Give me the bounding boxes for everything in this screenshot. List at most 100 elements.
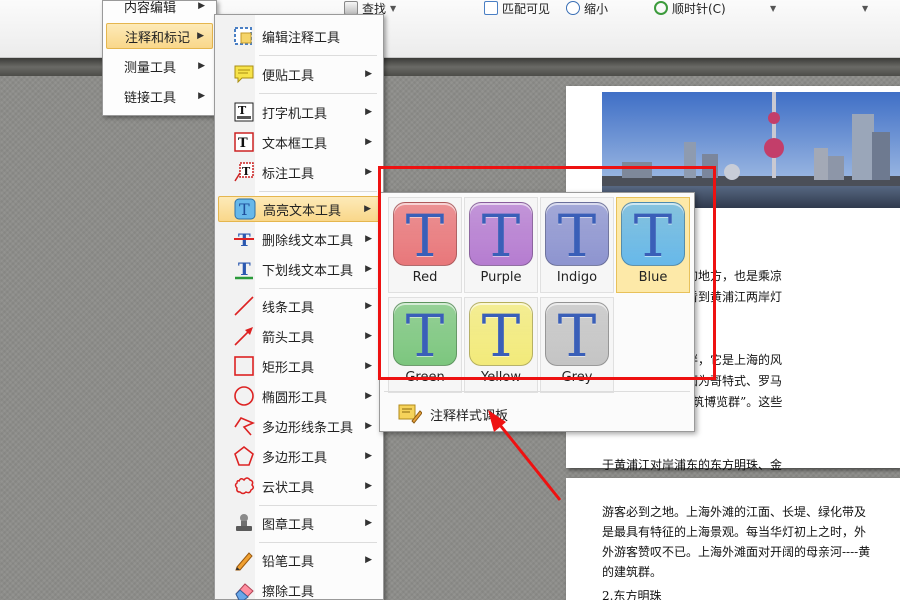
menu-item-label: 箭头工具 bbox=[262, 330, 315, 346]
text-line: 于黄浦江对岸浦东的东方明珠、金 bbox=[602, 458, 783, 472]
chevron-right-icon: ▶ bbox=[365, 518, 372, 528]
menu-item-highlight-text[interactable]: T 高亮文本工具 ▶ bbox=[218, 196, 380, 222]
polygon-icon bbox=[232, 445, 256, 467]
menu-item-link[interactable]: 链接工具 ▶ bbox=[106, 83, 213, 109]
menu-item-label: 矩形工具 bbox=[262, 360, 315, 376]
menu-item-typewriter[interactable]: T 打字机工具 ▶ bbox=[218, 99, 380, 125]
menu-separator bbox=[259, 191, 377, 192]
fit-visible-button[interactable]: 匹配可见 bbox=[484, 0, 550, 16]
chevron-right-icon: ▶ bbox=[365, 451, 372, 461]
text-line: 游客必到之地。上海外滩的江面、长堤、绿化带及 bbox=[602, 505, 867, 519]
line-icon bbox=[232, 295, 256, 317]
menu-item-label: 链接工具 bbox=[124, 90, 177, 106]
page2-text: 游客必到之地。上海外滩的江面、长堤、绿化带及 是最具有特征的上海景观。每当华灯初… bbox=[602, 502, 900, 600]
style-name: Indigo bbox=[556, 270, 598, 285]
chevron-right-icon: ▶ bbox=[365, 361, 372, 371]
zoom-out-icon bbox=[566, 1, 580, 15]
stamp-icon bbox=[232, 512, 256, 534]
menu-item-cloud[interactable]: 云状工具 ▶ bbox=[218, 473, 380, 499]
menu-item-rectangle[interactable]: 矩形工具 ▶ bbox=[218, 353, 380, 379]
menu-item-label: 线条工具 bbox=[262, 300, 315, 316]
pencil-icon bbox=[232, 549, 256, 571]
menu-item-pencil[interactable]: 铅笔工具 ▶ bbox=[218, 547, 380, 573]
chevron-right-icon: ▶ bbox=[198, 61, 205, 71]
style-tile-purple[interactable]: T Purple bbox=[464, 197, 538, 293]
svg-text:T: T bbox=[238, 231, 251, 250]
text-t-icon: T bbox=[405, 302, 445, 370]
rotate-dropdown[interactable]: ▼ bbox=[770, 0, 776, 16]
menu-item-eraser[interactable]: 擦除工具 bbox=[218, 577, 380, 600]
chevron-right-icon: ▶ bbox=[365, 555, 372, 565]
style-swatch-purple: T bbox=[469, 202, 533, 266]
style-name: Yellow bbox=[480, 370, 522, 385]
menu-item-arrow[interactable]: 箭头工具 ▶ bbox=[218, 323, 380, 349]
menu-item-content-edit[interactable]: 内容编辑 ▶ bbox=[106, 0, 213, 19]
chevron-down-icon: ▼ bbox=[862, 3, 869, 13]
rectangle-icon bbox=[232, 355, 256, 377]
zoom-out-button[interactable]: 缩小 bbox=[566, 0, 608, 16]
menu-item-line[interactable]: 线条工具 ▶ bbox=[218, 293, 380, 319]
zoom-out-label: 缩小 bbox=[584, 1, 609, 16]
palette-separator bbox=[384, 391, 690, 392]
rotate-clockwise-icon bbox=[654, 1, 668, 15]
style-name: Grey bbox=[561, 370, 593, 385]
menu-item-sticky-note[interactable]: 便贴工具 ▶ bbox=[218, 61, 380, 87]
chevron-right-icon: ▶ bbox=[365, 301, 372, 311]
style-swatch-blue: T bbox=[621, 202, 685, 266]
arrow-icon bbox=[232, 325, 256, 347]
menu-item-polygon[interactable]: 多边形工具 ▶ bbox=[218, 443, 380, 469]
style-name: Red bbox=[412, 270, 438, 285]
highlight-style-palette: T Red T Purple T Indigo T Blue T Green T… bbox=[379, 192, 695, 432]
menu-item-label: 高亮文本工具 bbox=[263, 203, 342, 219]
toolbar-more-dropdown[interactable]: ▼ bbox=[862, 0, 868, 16]
style-tile-green[interactable]: T Green bbox=[388, 297, 462, 393]
ellipse-icon bbox=[232, 385, 256, 407]
menu-item-callout[interactable]: T 标注工具 ▶ bbox=[218, 159, 380, 185]
menu-item-text-box[interactable]: T 文本框工具 ▶ bbox=[218, 129, 380, 155]
menu-item-label: 内容编辑 bbox=[124, 0, 177, 16]
chevron-right-icon: ▶ bbox=[365, 234, 372, 244]
svg-text:T: T bbox=[238, 136, 248, 151]
menu-item-label: 图章工具 bbox=[262, 517, 315, 533]
style-name: Purple bbox=[480, 270, 522, 285]
rotate-clockwise-button[interactable]: 顺时针(C) bbox=[654, 0, 726, 16]
fit-visible-icon bbox=[484, 1, 498, 15]
svg-text:T: T bbox=[238, 104, 247, 117]
text-t-icon: T bbox=[557, 302, 597, 370]
style-tile-blue[interactable]: T Blue bbox=[616, 197, 690, 293]
menu-item-label: 擦除工具 bbox=[262, 584, 315, 600]
menu-separator bbox=[259, 288, 377, 289]
style-tile-yellow[interactable]: T Yellow bbox=[464, 297, 538, 393]
menu-item-edit-annotation[interactable]: 编辑注释工具 bbox=[218, 23, 380, 49]
text-line: 的建筑群。 bbox=[602, 565, 663, 579]
menu-item-strikeout-text[interactable]: T 删除线文本工具 ▶ bbox=[218, 226, 380, 252]
typewriter-icon: T bbox=[232, 101, 256, 123]
menu-item-label: 文本框工具 bbox=[262, 136, 328, 152]
chevron-right-icon: ▶ bbox=[365, 331, 372, 341]
find-icon bbox=[344, 1, 358, 15]
style-tile-grey[interactable]: T Grey bbox=[540, 297, 614, 393]
polyline-icon bbox=[232, 415, 256, 437]
annotations-menu: 编辑注释工具 便贴工具 ▶ T 打字机工具 ▶ T 文本框工具 ▶ T 标注工具… bbox=[214, 14, 384, 600]
chevron-right-icon: ▶ bbox=[198, 1, 205, 11]
svg-text:T: T bbox=[239, 200, 250, 219]
style-swatch-green: T bbox=[393, 302, 457, 366]
style-swatch-red: T bbox=[393, 202, 457, 266]
chevron-right-icon: ▶ bbox=[197, 31, 204, 41]
menu-item-ellipse[interactable]: 椭圆形工具 ▶ bbox=[218, 383, 380, 409]
strikeout-text-icon: T bbox=[232, 228, 256, 250]
menu-item-polyline[interactable]: 多边形线条工具 ▶ bbox=[218, 413, 380, 439]
menu-item-annotations[interactable]: 注释和标记 ▶ bbox=[106, 23, 213, 49]
menu-item-underline-text[interactable]: T 下划线文本工具 ▶ bbox=[218, 256, 380, 282]
annotation-style-palette-button[interactable]: 注释样式调板 bbox=[398, 401, 508, 427]
menu-item-measure[interactable]: 测量工具 ▶ bbox=[106, 53, 213, 79]
style-tile-red[interactable]: T Red bbox=[388, 197, 462, 293]
chevron-right-icon: ▶ bbox=[365, 481, 372, 491]
menu-item-label: 标注工具 bbox=[262, 166, 315, 182]
menu-separator bbox=[259, 55, 377, 56]
menu-item-stamp[interactable]: 图章工具 ▶ bbox=[218, 510, 380, 536]
sticky-note-icon bbox=[232, 63, 256, 85]
chevron-down-icon: ▼ bbox=[390, 3, 397, 13]
style-tile-indigo[interactable]: T Indigo bbox=[540, 197, 614, 293]
svg-text:T: T bbox=[242, 165, 251, 178]
